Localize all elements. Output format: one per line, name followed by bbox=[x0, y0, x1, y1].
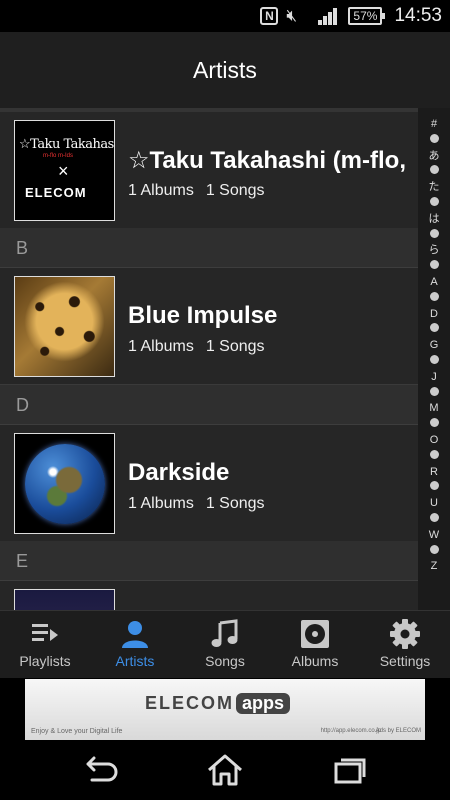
battery-level: 57 bbox=[353, 9, 367, 23]
index-letter[interactable]: Z bbox=[418, 559, 450, 573]
artist-meta: 1 Albums 1 Songs bbox=[128, 495, 265, 513]
thumbnail-art-title: ☆Taku Takahashi bbox=[19, 137, 115, 152]
tab-label: Artists bbox=[115, 653, 155, 669]
album-count: 1 Albums bbox=[128, 182, 194, 199]
artist-thumbnail bbox=[14, 276, 115, 377]
artist-name: ☆Taku Takahashi (m-flo, bbox=[128, 147, 407, 174]
index-dot[interactable] bbox=[418, 354, 450, 368]
tab-settings[interactable]: Settings bbox=[360, 611, 450, 679]
index-letter[interactable]: W bbox=[418, 528, 450, 542]
artist-meta: 1 Albums 1 Songs bbox=[128, 182, 265, 200]
ad-tagline: Enjoy & Love your Digital Life bbox=[31, 728, 123, 735]
tab-label: Settings bbox=[379, 653, 431, 669]
person-icon bbox=[122, 621, 148, 648]
tab-label: Playlists bbox=[19, 653, 71, 669]
nfc-icon: N bbox=[260, 7, 279, 25]
page-title: Artists bbox=[193, 56, 257, 83]
index-dot[interactable] bbox=[418, 512, 450, 526]
index-dot[interactable] bbox=[418, 259, 450, 273]
index-dot[interactable] bbox=[418, 133, 450, 147]
thumbnail-art-subtitle: m-flo m-Ids bbox=[43, 153, 73, 159]
recent-apps-icon[interactable] bbox=[330, 752, 370, 788]
section-letter: E bbox=[16, 551, 29, 571]
index-dot[interactable] bbox=[418, 228, 450, 242]
index-dot[interactable] bbox=[418, 449, 450, 463]
section-header: D bbox=[0, 385, 418, 425]
ad-logo-apps: apps bbox=[236, 693, 291, 714]
globe-image bbox=[25, 444, 105, 524]
mute-icon: 🔇︎ bbox=[286, 6, 298, 25]
artist-name: Blue Impulse bbox=[128, 302, 278, 329]
battery-icon: 57% bbox=[348, 7, 386, 25]
artist-meta: 1 Albums 1 Songs bbox=[128, 338, 265, 356]
index-letter[interactable]: U bbox=[418, 496, 450, 510]
artist-thumbnail bbox=[14, 433, 115, 534]
list-item[interactable]: Darkside 1 Albums 1 Songs bbox=[0, 425, 418, 542]
list-item[interactable]: Blue Impulse 1 Albums 1 Songs bbox=[0, 268, 418, 385]
title-bar: Artists bbox=[0, 32, 450, 108]
section-header: B bbox=[0, 228, 418, 268]
index-dot[interactable] bbox=[418, 544, 450, 558]
back-icon[interactable] bbox=[80, 752, 120, 788]
tab-label: Songs bbox=[205, 653, 245, 669]
bottom-tab-bar: Playlists Artists Songs Albums Settings bbox=[0, 610, 450, 678]
index-letter[interactable]: J bbox=[418, 370, 450, 384]
index-letter[interactable]: た bbox=[418, 180, 450, 194]
ad-logo-text: ELECOM bbox=[145, 693, 235, 713]
index-dot[interactable] bbox=[418, 291, 450, 305]
signal-icon bbox=[318, 7, 340, 25]
music-note-icon bbox=[211, 619, 238, 647]
ad-banner[interactable]: ELECOM apps Enjoy & Love your Digital Lif… bbox=[25, 679, 425, 740]
album-count: 1 Albums bbox=[128, 338, 194, 355]
gear-icon bbox=[390, 619, 420, 649]
index-dot[interactable] bbox=[418, 386, 450, 400]
clock: 14:53 bbox=[394, 5, 442, 26]
index-dot[interactable] bbox=[418, 417, 450, 431]
tab-artists[interactable]: Artists bbox=[90, 611, 180, 679]
index-letter[interactable]: は bbox=[418, 212, 450, 226]
index-letter[interactable]: O bbox=[418, 433, 450, 447]
tab-playlists[interactable]: Playlists bbox=[0, 611, 90, 679]
index-letter[interactable]: R bbox=[418, 465, 450, 479]
index-letter[interactable]: あ bbox=[418, 149, 450, 163]
index-scrollbar[interactable]: # あたはら A D G J M O R U W Z bbox=[418, 108, 450, 610]
index-dot[interactable] bbox=[418, 480, 450, 494]
section-header: E bbox=[0, 541, 418, 581]
tab-albums[interactable]: Albums bbox=[270, 611, 360, 679]
song-count: 1 Songs bbox=[205, 495, 265, 512]
index-letter[interactable]: A bbox=[418, 275, 450, 289]
index-letter[interactable]: M bbox=[418, 401, 450, 415]
tab-songs[interactable]: Songs bbox=[180, 611, 270, 679]
ad-made-by: Ads by ELECOM bbox=[375, 728, 421, 734]
ad-logo: ELECOM apps bbox=[145, 693, 291, 714]
index-letter[interactable]: G bbox=[418, 338, 450, 352]
index-dot[interactable] bbox=[418, 322, 450, 336]
index-letter[interactable]: # bbox=[418, 117, 450, 131]
thumbnail-art-cross: × bbox=[58, 161, 69, 181]
section-letter: D bbox=[16, 395, 29, 415]
section-letter: B bbox=[16, 238, 29, 258]
index-dot[interactable] bbox=[418, 164, 450, 178]
tab-label: Albums bbox=[291, 653, 339, 669]
index-letter[interactable]: D bbox=[418, 307, 450, 321]
artist-thumbnail: ☆Taku Takahashi m-flo m-Ids × ELECOM bbox=[14, 120, 115, 221]
album-count: 1 Albums bbox=[128, 495, 194, 512]
list-item[interactable] bbox=[0, 581, 418, 610]
system-nav-bar bbox=[0, 740, 450, 800]
status-bar: N 🔇︎ 57% 14:53 bbox=[0, 0, 450, 32]
song-count: 1 Songs bbox=[205, 182, 265, 199]
album-icon bbox=[301, 620, 329, 648]
ad-url: http://app.elecom.co.jp bbox=[320, 728, 381, 734]
index-dot[interactable] bbox=[418, 196, 450, 210]
artist-name: Darkside bbox=[128, 459, 230, 486]
thumbnail-art-brand: ELECOM bbox=[25, 185, 87, 200]
home-icon[interactable] bbox=[205, 752, 245, 788]
index-letter[interactable]: ら bbox=[418, 243, 450, 257]
artist-thumbnail bbox=[14, 589, 115, 610]
song-count: 1 Songs bbox=[205, 338, 265, 355]
playlist-icon bbox=[32, 624, 58, 641]
artist-list[interactable]: ☆Taku Takahashi m-flo m-Ids × ELECOM ☆Ta… bbox=[0, 108, 418, 610]
list-item[interactable]: ☆Taku Takahashi m-flo m-Ids × ELECOM ☆Ta… bbox=[0, 112, 418, 229]
